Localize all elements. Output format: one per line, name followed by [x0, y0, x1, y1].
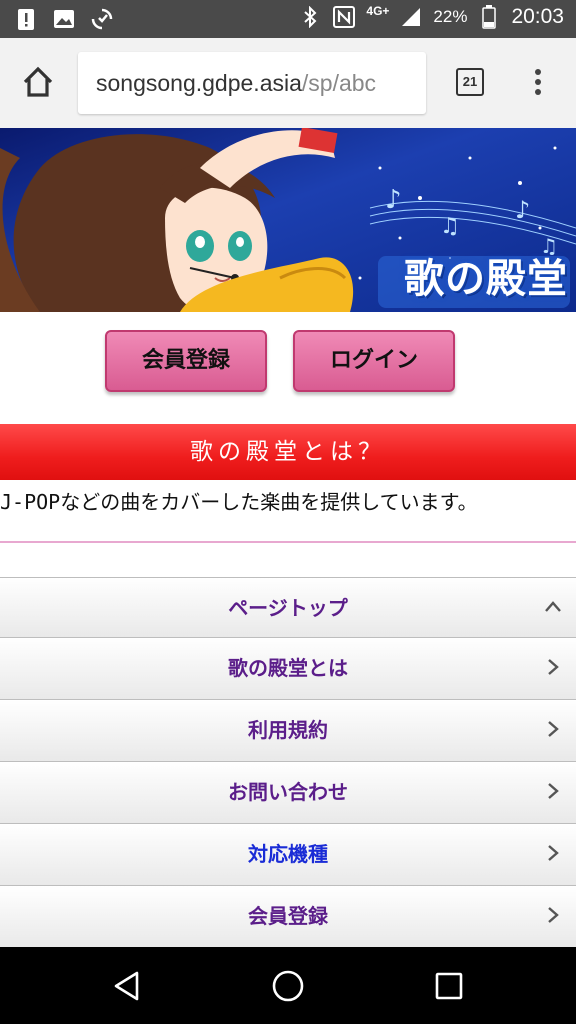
back-button[interactable] [110, 969, 144, 1003]
auth-buttons: 会員登録 ログイン [0, 312, 576, 422]
site-banner[interactable]: ♪ ♫ ♪ ♫ 歌の殿堂 [0, 128, 576, 312]
system-navigation-bar [0, 947, 576, 1024]
home-icon [23, 66, 53, 97]
battery-percent: 22% [433, 7, 468, 26]
status-bar: 4G+ 22% 20:03 [0, 0, 576, 38]
dot-icon [535, 79, 541, 85]
login-button[interactable]: ログイン [293, 330, 455, 392]
chevron-right-icon [548, 845, 559, 861]
bluetooth-icon [298, 4, 322, 30]
url-path: /sp/abc [301, 70, 377, 96]
site-logo: 歌の殿堂 [404, 256, 568, 302]
battery-icon [477, 4, 501, 30]
home-circle-icon [272, 970, 304, 1002]
image-icon [52, 6, 76, 32]
network-label: 4G+ [366, 4, 390, 18]
menu-item-supported-devices[interactable]: 対応機種 [0, 823, 576, 885]
chevron-right-icon [548, 721, 559, 737]
alert-icon [14, 6, 38, 32]
menu-item-about[interactable]: 歌の殿堂とは [0, 637, 576, 699]
nfc-icon [332, 4, 356, 30]
menu-item-page-top[interactable]: ページトップ [0, 577, 576, 637]
browser-toolbar: songsong.gdpe.asia/sp/abc 21 [0, 38, 576, 128]
dot-icon [535, 89, 541, 95]
clock: 20:03 [511, 5, 564, 28]
recents-button[interactable] [432, 969, 466, 1003]
home-nav-button[interactable] [271, 969, 305, 1003]
register-button[interactable]: 会員登録 [105, 330, 267, 392]
about-heading: 歌の殿堂とは？ [0, 424, 576, 480]
svg-text:♫: ♫ [440, 214, 460, 239]
menu-item-label: 会員登録 [248, 904, 328, 928]
home-button[interactable] [18, 62, 58, 102]
chevron-right-icon [548, 659, 559, 675]
signal-icon [399, 4, 423, 30]
recents-icon [435, 972, 463, 1000]
sync-icon [90, 6, 114, 32]
chevron-right-icon [548, 783, 559, 799]
chevron-right-icon [548, 907, 559, 923]
menu-item-terms[interactable]: 利用規約 [0, 699, 576, 761]
divider [0, 541, 576, 543]
url-host: songsong.gdpe.asia [96, 70, 302, 96]
chevron-up-icon [545, 601, 561, 612]
menu-item-contact[interactable]: お問い合わせ [0, 761, 576, 823]
menu-item-label: 対応機種 [248, 842, 328, 866]
overflow-menu-button[interactable] [528, 66, 548, 100]
svg-text:♪: ♪ [385, 185, 402, 215]
menu-item-register[interactable]: 会員登録 [0, 885, 576, 947]
url-bar[interactable]: songsong.gdpe.asia/sp/abc [78, 52, 426, 114]
svg-text:♪: ♪ [515, 196, 530, 224]
dot-icon [535, 69, 541, 75]
menu-item-label: お問い合わせ [228, 780, 348, 804]
menu-item-label: 歌の殿堂とは [228, 656, 348, 680]
tab-switcher-button[interactable]: 21 [456, 68, 484, 96]
menu-item-label: 利用規約 [248, 718, 328, 742]
about-description: J-POPなどの曲をカバーした楽曲を提供しています。 [0, 490, 478, 514]
back-icon [114, 971, 139, 1001]
footer-menu: ページトップ 歌の殿堂とは 利用規約 お問い合わせ 対応機種 会員登録 [0, 577, 576, 947]
menu-item-label: ページトップ [228, 596, 348, 620]
